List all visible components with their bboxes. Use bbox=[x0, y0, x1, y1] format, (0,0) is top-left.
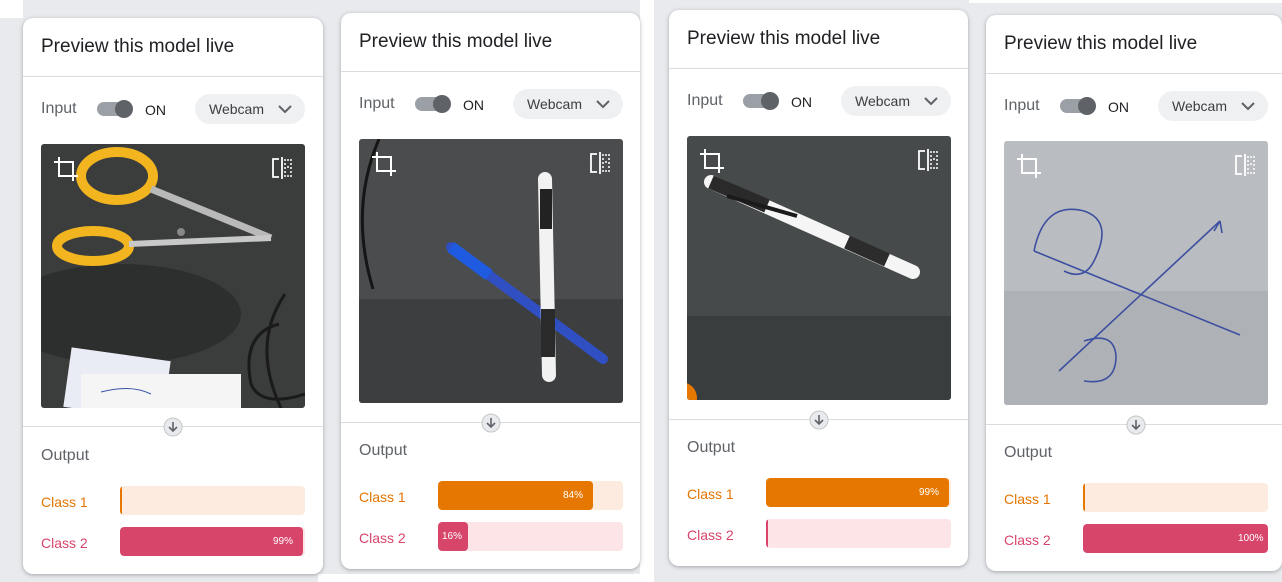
input-label: Input bbox=[41, 100, 77, 117]
confidence-percent: 84% bbox=[563, 490, 584, 501]
toggle-knob bbox=[115, 100, 133, 118]
class-1-confidence-bar bbox=[1083, 483, 1268, 512]
arrow-down-circle-icon bbox=[1126, 415, 1146, 435]
divider bbox=[669, 68, 968, 69]
panel-title: Preview this model live bbox=[359, 31, 553, 52]
output-label: Output bbox=[359, 442, 408, 459]
background-strip bbox=[318, 574, 654, 582]
flip-horizontal-icon[interactable] bbox=[589, 151, 611, 175]
output-label: Output bbox=[687, 439, 736, 456]
preview-panel-1: Preview this model live Input ON Webcam … bbox=[23, 18, 323, 574]
crop-icon[interactable] bbox=[53, 156, 79, 182]
input-label: Input bbox=[1004, 97, 1040, 114]
input-source-dropdown[interactable]: Webcam bbox=[1158, 91, 1268, 121]
toggle-knob bbox=[761, 92, 779, 110]
class-1-confidence-bar: 84% bbox=[438, 481, 623, 510]
preview-panel-2: Preview this model live Input ON Webcam … bbox=[341, 13, 640, 569]
input-source-value: Webcam bbox=[527, 96, 582, 112]
class-1-label: Class 1 bbox=[1004, 491, 1051, 507]
toggle-knob bbox=[1078, 97, 1096, 115]
chevron-down-icon bbox=[596, 100, 610, 109]
input-label: Input bbox=[359, 95, 395, 112]
bar-fill bbox=[1083, 483, 1085, 512]
background-strip bbox=[0, 0, 23, 18]
flip-horizontal-icon[interactable] bbox=[917, 148, 939, 172]
webcam-frame-drawing bbox=[1004, 141, 1268, 405]
class-2-confidence-bar: 100% bbox=[1083, 524, 1268, 553]
class-2-label: Class 2 bbox=[359, 530, 406, 546]
panel-title: Preview this model live bbox=[687, 28, 881, 49]
bar-fill bbox=[120, 486, 122, 515]
class-1-confidence-bar bbox=[120, 486, 305, 515]
input-toggle[interactable] bbox=[97, 100, 133, 118]
class-2-label: Class 2 bbox=[1004, 532, 1051, 548]
arrow-down-circle-icon bbox=[809, 410, 829, 430]
chevron-down-icon bbox=[924, 97, 938, 106]
webcam-frame-scissors bbox=[41, 144, 305, 408]
input-source-value: Webcam bbox=[1172, 98, 1227, 114]
input-toggle[interactable] bbox=[743, 92, 779, 110]
confidence-percent: 16% bbox=[442, 531, 463, 542]
webcam-frame-two-pens bbox=[359, 139, 623, 403]
toggle-state-label: ON bbox=[463, 97, 484, 113]
arrow-down-circle-icon bbox=[481, 413, 501, 433]
input-source-value: Webcam bbox=[209, 101, 264, 117]
bar-fill bbox=[766, 519, 768, 548]
crop-icon[interactable] bbox=[371, 151, 397, 177]
webcam-preview bbox=[41, 144, 305, 408]
toggle-state-label: ON bbox=[145, 102, 166, 118]
input-label: Input bbox=[687, 92, 723, 109]
input-toggle[interactable] bbox=[1060, 97, 1096, 115]
confidence-percent: 99% bbox=[273, 536, 294, 547]
background-strip bbox=[969, 0, 1282, 3]
class-2-label: Class 2 bbox=[41, 535, 88, 551]
background-strip bbox=[640, 0, 654, 582]
divider bbox=[23, 76, 323, 77]
flip-horizontal-icon[interactable] bbox=[1234, 153, 1256, 177]
preview-panel-3: Preview this model live Input ON Webcam … bbox=[669, 10, 968, 566]
webcam-frame-pen bbox=[687, 136, 951, 400]
webcam-preview bbox=[359, 139, 623, 403]
toggle-state-label: ON bbox=[791, 94, 812, 110]
class-1-label: Class 1 bbox=[687, 486, 734, 502]
input-source-value: Webcam bbox=[855, 93, 910, 109]
crop-icon[interactable] bbox=[1016, 153, 1042, 179]
webcam-preview bbox=[687, 136, 951, 400]
class-2-confidence-bar: 16% bbox=[438, 522, 623, 551]
class-1-label: Class 1 bbox=[359, 489, 406, 505]
class-1-confidence-bar: 99% bbox=[766, 478, 951, 507]
class-2-confidence-bar: 99% bbox=[120, 527, 305, 556]
input-source-dropdown[interactable]: Webcam bbox=[195, 94, 305, 124]
divider bbox=[986, 73, 1282, 74]
class-2-label: Class 2 bbox=[687, 527, 734, 543]
confidence-percent: 99% bbox=[919, 487, 940, 498]
confidence-percent: 100% bbox=[1238, 533, 1264, 544]
preview-panel-4: Preview this model live Input ON Webcam … bbox=[986, 15, 1282, 571]
panel-title: Preview this model live bbox=[41, 36, 235, 57]
divider bbox=[341, 71, 640, 72]
input-source-dropdown[interactable]: Webcam bbox=[841, 86, 951, 116]
output-label: Output bbox=[41, 447, 90, 464]
class-2-confidence-bar bbox=[766, 519, 951, 548]
webcam-preview bbox=[1004, 141, 1268, 405]
input-source-dropdown[interactable]: Webcam bbox=[513, 89, 623, 119]
chevron-down-icon bbox=[1241, 102, 1255, 111]
toggle-state-label: ON bbox=[1108, 99, 1129, 115]
output-label: Output bbox=[1004, 444, 1053, 461]
flip-horizontal-icon[interactable] bbox=[271, 156, 293, 180]
toggle-knob bbox=[433, 95, 451, 113]
crop-icon[interactable] bbox=[699, 148, 725, 174]
arrow-down-circle-icon bbox=[163, 417, 183, 437]
panel-title: Preview this model live bbox=[1004, 33, 1198, 54]
class-1-label: Class 1 bbox=[41, 494, 88, 510]
input-toggle[interactable] bbox=[415, 95, 451, 113]
chevron-down-icon bbox=[278, 105, 292, 114]
